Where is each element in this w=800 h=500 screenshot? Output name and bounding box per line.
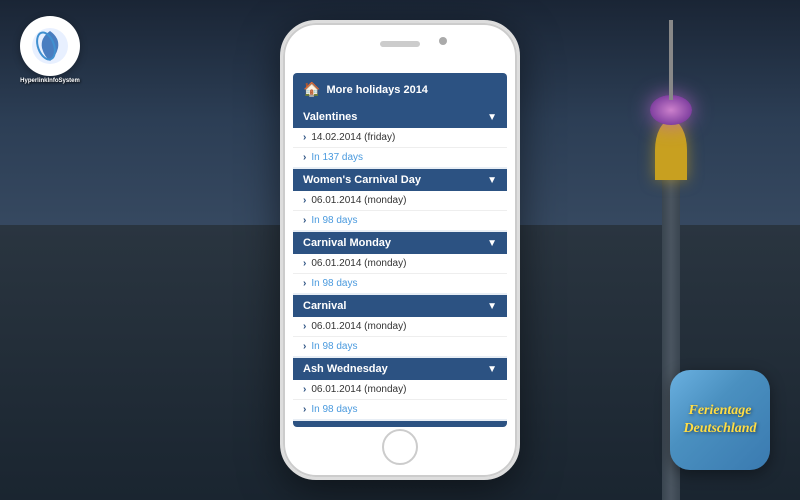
rhine-tower-needle — [669, 20, 673, 100]
dropdown-arrow-icon: ▼ — [487, 238, 497, 249]
holiday-days: In 98 days — [311, 278, 357, 289]
phone-speaker — [380, 41, 420, 47]
logo-circle — [20, 16, 80, 76]
holiday-items: › 06.01.2014 (monday) › In 98 days — [293, 317, 507, 356]
chevron-right-icon: › — [303, 341, 306, 352]
holiday-name: Carnival — [303, 300, 346, 312]
holiday-date-item: › 06.01.2014 (monday) — [293, 191, 507, 211]
chevron-right-icon: › — [303, 404, 306, 415]
holiday-items: › 06.01.2014 (monday) › In 98 days — [293, 254, 507, 293]
logo-text: HyperlinkInfoSystem — [10, 78, 90, 85]
holiday-header[interactable]: Carnival ▼ — [293, 295, 507, 317]
rhine-tower-top — [655, 120, 687, 180]
holiday-name: Ash Wednesday — [303, 363, 388, 375]
holiday-items: › 14.02.2014 (friday) › In 137 days — [293, 128, 507, 167]
dropdown-arrow-icon: ▼ — [487, 175, 497, 186]
dropdown-arrow-icon: ▼ — [487, 427, 497, 428]
holiday-days: In 98 days — [311, 341, 357, 352]
holiday-section: Ash Wednesday ▼ › 06.01.2014 (monday) › … — [293, 358, 507, 419]
app-icon-text: Ferientage Deutschland — [683, 402, 756, 438]
holiday-date-item: › 14.02.2014 (friday) — [293, 128, 507, 148]
holiday-days-item: › In 98 days — [293, 274, 507, 293]
holiday-section: Valentines ▼ › 14.02.2014 (friday) › In … — [293, 106, 507, 167]
holiday-date-item: › 06.01.2014 (monday) — [293, 380, 507, 400]
chevron-right-icon: › — [303, 132, 306, 143]
holiday-days-item: › In 98 days — [293, 337, 507, 356]
phone-wrapper: 🏠 More holidays 2014 Valentines ▼ › 14.0… — [280, 20, 520, 480]
holiday-section: Palm Sunday ▼ › 06.01.2014 (monday) › In… — [293, 421, 507, 427]
holiday-items: › 06.01.2014 (monday) › In 98 days — [293, 191, 507, 230]
holiday-date: 06.01.2014 (monday) — [311, 258, 406, 269]
home-icon: 🏠 — [303, 81, 320, 98]
holiday-name: Carnival Monday — [303, 237, 391, 249]
holiday-name: Women's Carnival Day — [303, 174, 421, 186]
phone-screen: 🏠 More holidays 2014 Valentines ▼ › 14.0… — [293, 73, 507, 427]
dropdown-arrow-icon: ▼ — [487, 364, 497, 375]
chevron-right-icon: › — [303, 215, 306, 226]
app-icon[interactable]: Ferientage Deutschland — [670, 370, 770, 470]
chevron-right-icon: › — [303, 195, 306, 206]
app-icon-line1: Ferientage — [689, 403, 752, 418]
company-logo: HyperlinkInfoSystem — [10, 10, 90, 90]
holiday-name: Valentines — [303, 111, 357, 123]
holiday-section: Carnival Monday ▼ › 06.01.2014 (monday) … — [293, 232, 507, 293]
holiday-date: 06.01.2014 (monday) — [311, 195, 406, 206]
phone-home-button[interactable] — [382, 429, 418, 465]
chevron-right-icon: › — [303, 278, 306, 289]
chevron-right-icon: › — [303, 258, 306, 269]
phone-frame: 🏠 More holidays 2014 Valentines ▼ › 14.0… — [280, 20, 520, 480]
holiday-days: In 98 days — [311, 404, 357, 415]
holiday-header[interactable]: Ash Wednesday ▼ — [293, 358, 507, 380]
holiday-header[interactable]: Palm Sunday ▼ — [293, 421, 507, 427]
holiday-days-item: › In 137 days — [293, 148, 507, 167]
holiday-days: In 98 days — [311, 215, 357, 226]
dropdown-arrow-icon: ▼ — [487, 301, 497, 312]
holiday-days-item: › In 98 days — [293, 211, 507, 230]
holiday-items: › 06.01.2014 (monday) › In 98 days — [293, 380, 507, 419]
app-header: 🏠 More holidays 2014 — [293, 73, 507, 106]
holiday-header[interactable]: Valentines ▼ — [293, 106, 507, 128]
holiday-section: Women's Carnival Day ▼ › 06.01.2014 (mon… — [293, 169, 507, 230]
dropdown-arrow-icon: ▼ — [487, 112, 497, 123]
holiday-date: 06.01.2014 (monday) — [311, 384, 406, 395]
logo-svg — [30, 26, 70, 66]
holiday-days: In 137 days — [311, 152, 363, 163]
chevron-right-icon: › — [303, 384, 306, 395]
holiday-date: 14.02.2014 (friday) — [311, 132, 395, 143]
holidays-list: Valentines ▼ › 14.02.2014 (friday) › In … — [293, 106, 507, 427]
app-header-title: More holidays 2014 — [326, 84, 428, 96]
holiday-days-item: › In 98 days — [293, 400, 507, 419]
app-icon-line2: Deutschland — [683, 421, 756, 436]
holiday-header[interactable]: Women's Carnival Day ▼ — [293, 169, 507, 191]
phone-camera — [439, 37, 447, 45]
holiday-date-item: › 06.01.2014 (monday) — [293, 317, 507, 337]
holiday-date-item: › 06.01.2014 (monday) — [293, 254, 507, 274]
holiday-section: Carnival ▼ › 06.01.2014 (monday) › In 98… — [293, 295, 507, 356]
holiday-header[interactable]: Carnival Monday ▼ — [293, 232, 507, 254]
holiday-name: Palm Sunday — [303, 426, 372, 427]
app-content[interactable]: 🏠 More holidays 2014 Valentines ▼ › 14.0… — [293, 73, 507, 427]
chevron-right-icon: › — [303, 321, 306, 332]
chevron-right-icon: › — [303, 152, 306, 163]
holiday-date: 06.01.2014 (monday) — [311, 321, 406, 332]
